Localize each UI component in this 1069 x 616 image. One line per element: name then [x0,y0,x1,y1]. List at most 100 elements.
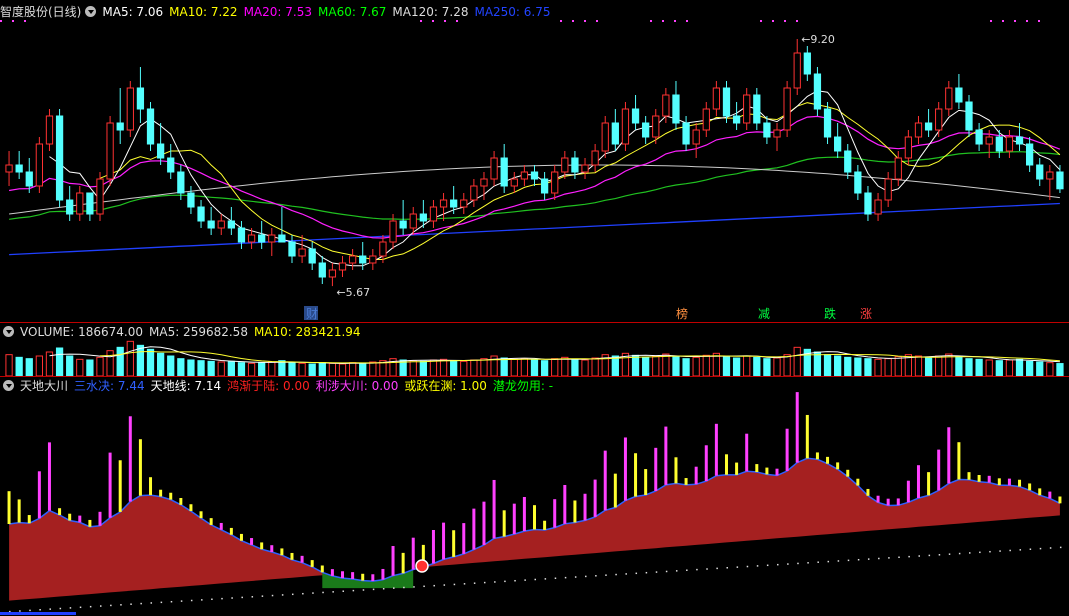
tiandi-line-dot [746,565,749,568]
candle-body [86,192,94,215]
high-price-label: ←9.20 [801,33,835,46]
indicator-bar [179,497,183,505]
tiandi-line-dot [433,584,435,587]
candle-body [348,255,357,264]
candle-body [409,213,417,229]
indicator-bar [1007,478,1011,486]
top-marker-dot [772,20,774,22]
candle-body [399,220,407,229]
tiandi-line-dot [605,574,607,576]
indicator-bar [654,447,658,491]
tiandi-line-dot [251,596,254,598]
volume-bar [15,356,23,377]
volume-bar [995,360,1003,377]
top-marker-dot [560,20,562,22]
indicator-bar [68,513,72,521]
candle-body [965,101,973,131]
indicator-bar [805,414,809,459]
candle-body [682,122,690,145]
candle-body [237,227,246,243]
volume-bar [914,355,923,377]
candle-body [470,185,478,201]
indicator-bar [755,464,759,473]
volume-bar [86,359,94,377]
ma250-line [9,202,1060,256]
tiandi-line-dot [908,555,910,558]
tiandi-line-dot [221,597,223,600]
tiandi-line-dot [766,564,769,567]
top-marker-dot [444,20,446,22]
tiandi-line-dot [463,583,466,585]
indicator-bar [219,522,223,530]
volume-bar [35,355,43,377]
tiandi-line-dot [514,579,516,582]
candle-body [924,122,933,131]
volume-bar [278,360,286,377]
volume-bar [439,358,448,377]
volume-bar [844,356,852,377]
volume-bar [955,355,963,377]
candle-body [308,248,316,264]
volume-bar [1056,363,1064,377]
candle-body [227,220,235,229]
indicator-bar [1048,491,1052,499]
tiandi-line-dot [231,597,233,599]
candle-body [551,171,559,194]
indicator-bar [138,439,142,496]
volume-bar [146,348,155,377]
indicator-bar [623,437,627,501]
indicator-bar [78,515,82,523]
tiandi-line-dot [686,569,688,571]
indicator-bar [927,472,931,496]
volume-bar [834,355,842,377]
tiandi-line-dot [29,609,31,612]
volume-bar [450,360,458,377]
indicator-bar [239,533,243,541]
tiandi-line-dot [312,592,314,594]
volume-bar [217,361,225,377]
top-marker-dot [1038,20,1040,22]
candle-body [864,192,872,215]
indicator-area-green [322,569,414,589]
tiandi-line-dot [958,552,961,555]
tiandi-line-dot [403,586,405,589]
candle-body [369,255,377,264]
volume-bar [348,362,357,377]
stock-chart[interactable]: ←9.20 ←5.67 财 榜 减 跌 涨 [0,0,1069,616]
tiandi-line-dot [261,595,264,597]
volume-bar [419,360,427,377]
candle-body [156,143,165,159]
candle-body [884,178,892,201]
indicator-bar [603,450,607,511]
volume-bar [652,355,660,377]
tiandi-line-dot [807,562,809,564]
indicator-bar [836,462,840,470]
volume-bar [551,358,559,377]
indicator-bar [118,460,122,512]
tiandi-line-dot [140,602,142,605]
indicator-bar [229,527,233,535]
indicator-bar [310,560,314,567]
candle-body [490,157,498,180]
candle-body [672,94,680,124]
volume-bar [328,362,337,377]
volume-bar [1046,362,1054,377]
volume-bar [500,357,508,377]
volume-bar [66,355,74,377]
candle-body [732,115,741,124]
tiandi-line-dot [211,598,213,601]
tiandi-line-dot [443,584,446,586]
indicator-bar [775,468,779,476]
volume-bar [369,361,377,377]
candle-body [460,199,468,208]
volume-bar [854,357,862,377]
volume-bar [611,355,619,377]
indicator-bar [533,505,536,530]
candle-body [753,94,761,124]
volume-bar [106,350,114,377]
tiandi-line-dot [241,596,243,599]
indicator-bar [916,465,920,499]
candle-body [96,178,104,215]
tiandi-line-dot [1049,547,1052,549]
tiandi-line-dot [857,558,860,561]
